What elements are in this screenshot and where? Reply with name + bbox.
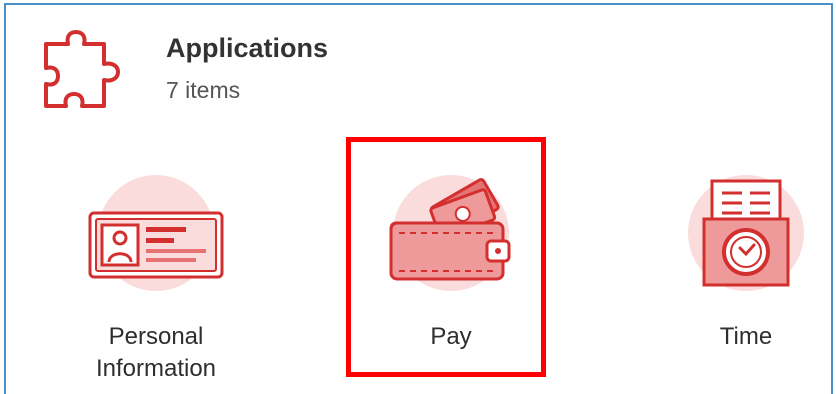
time-clock-icon: [702, 179, 790, 287]
app-tile-personal-information[interactable]: Personal Information: [56, 145, 256, 385]
item-count: 7 items: [166, 77, 241, 103]
wallet-icon: [389, 178, 511, 281]
app-label: Time: [719, 323, 773, 350]
puzzle-icon: [44, 30, 120, 108]
app-label: Pay: [430, 323, 472, 350]
app-tile-time[interactable]: Time: [646, 145, 836, 385]
app-tile-pay[interactable]: Pay: [351, 145, 551, 385]
id-card-icon: [88, 211, 224, 279]
applications-panel: Applications 7 items Personal Informatio…: [4, 3, 833, 394]
app-label: Personal Information: [95, 323, 217, 382]
section-title: Applications: [166, 33, 329, 63]
